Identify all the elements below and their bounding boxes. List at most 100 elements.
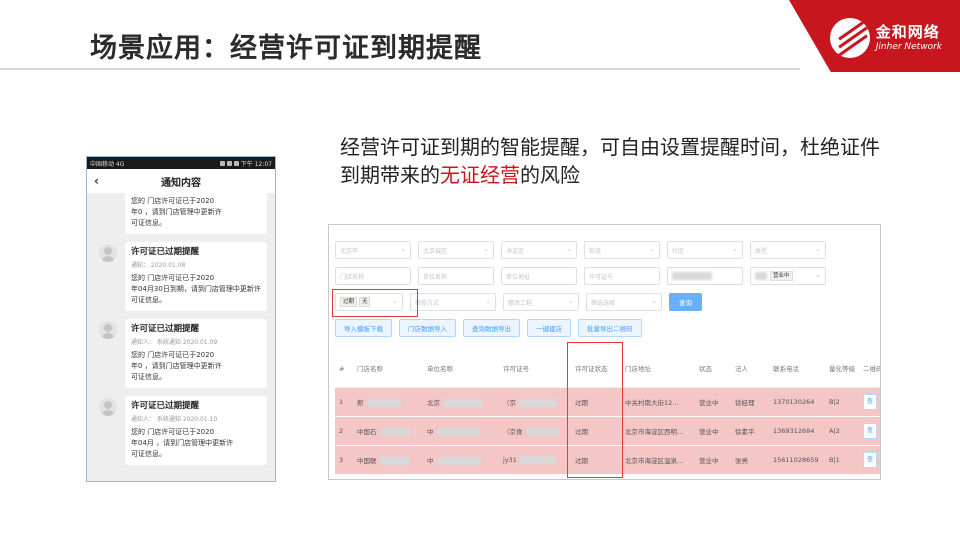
chevron-down-icon: ⌄ bbox=[566, 245, 572, 253]
province-select[interactable]: 北京市 ⌄ bbox=[335, 241, 411, 259]
cell-qr: 查 bbox=[859, 387, 880, 417]
view-qr-button[interactable]: 查 bbox=[863, 393, 877, 410]
brand-name-cn: 金和网络 bbox=[875, 22, 940, 41]
avatar-icon bbox=[99, 244, 117, 262]
column-header: 量化等级 bbox=[825, 351, 859, 388]
brand-logo: 金和网络 Jinher Network bbox=[829, 18, 942, 58]
message-title: 许可证已过期提醒 bbox=[131, 401, 200, 411]
column-header: 联系电话 bbox=[769, 351, 825, 388]
message-list: 您的 门店许可证已于2020 年0 ，请到门店管理中更新许 可证信息。 许可证已… bbox=[87, 191, 275, 465]
community-select[interactable]: 社区 ⌄ bbox=[667, 241, 743, 259]
message-line: 年0 ，请到门店管理中更新许 bbox=[131, 208, 222, 216]
search-button[interactable]: 查询 bbox=[669, 293, 702, 311]
cell-license-status: 过期 bbox=[571, 387, 621, 417]
phone-screenshot: 中国移动 4G 下午 12:07 ‹ 通知内容 您的 门店许可证已于2020 年… bbox=[86, 156, 276, 482]
cell-grade: B|1 bbox=[825, 445, 859, 475]
message-card[interactable]: 许可证已过期提醒 通知人： 系统通知 2020.01.09 您的 门店许可证已于… bbox=[99, 319, 267, 388]
caption-text: 经营许可证到期的智能提醒，可自由设置提醒时间，杜绝证件到期带来的 bbox=[340, 135, 880, 187]
message-meta: 通知人： 系统通知 2020.01.09 bbox=[131, 339, 218, 346]
cell-store-name: 中国联 bbox=[353, 445, 423, 475]
status-carrier: 中国移动 4G bbox=[90, 160, 125, 168]
column-header: 二维码 bbox=[859, 351, 880, 388]
cell-index: 3 bbox=[335, 445, 353, 475]
battery-icon bbox=[233, 160, 239, 166]
cell-unit-name: 北京 bbox=[423, 387, 499, 417]
type-select[interactable]: 类型 ⌄ bbox=[750, 241, 826, 259]
message-line: 可证信息。 bbox=[131, 373, 166, 381]
message-title: 许可证已过期提醒 bbox=[131, 247, 200, 257]
view-qr-button[interactable]: 查 bbox=[863, 451, 877, 468]
business-status-select[interactable]: 营业中 ⌄ bbox=[750, 267, 826, 285]
cell-store-name: 薪 bbox=[353, 387, 423, 417]
message-line: 您的 门店许可证已于2020 bbox=[131, 351, 215, 359]
blurred-input[interactable] bbox=[667, 267, 743, 285]
message-line: 年0 ，请到门店管理中更新许 bbox=[131, 362, 222, 370]
message-line: 可证信息。 bbox=[131, 296, 166, 304]
rectify-project-select[interactable]: 整改工程 ⌄ bbox=[503, 293, 579, 311]
message-line: 可证信息。 bbox=[131, 219, 166, 227]
title-divider bbox=[0, 68, 800, 70]
filter-row-region: 北京市 ⌄ 北京城区 ⌄ 海淀区 ⌄ 街道 ⌄ 社区 ⌄ 类型 ⌄ bbox=[335, 241, 826, 259]
cell-qr: 查 bbox=[859, 416, 880, 446]
cell-store-name: 中国石 bbox=[353, 416, 423, 446]
template-download-button[interactable]: 导入模板下载 bbox=[335, 319, 392, 337]
cell-license-no: jy31 bbox=[499, 445, 571, 475]
slide-caption: 经营许可证到期的智能提醒，可自由设置提醒时间，杜绝证件到期带来的无证经营的风险 bbox=[340, 133, 880, 189]
store-import-button[interactable]: 门店数据导入 bbox=[399, 319, 456, 337]
chevron-down-icon: ⌄ bbox=[485, 297, 491, 305]
cell-qr: 查 bbox=[859, 445, 880, 475]
slide-title: 场景应用：经营许可证到期提醒 bbox=[90, 33, 482, 64]
street-select[interactable]: 街道 ⌄ bbox=[584, 241, 660, 259]
chevron-down-icon: ⌄ bbox=[649, 245, 655, 253]
cell-legal-person: 徐素平 bbox=[731, 416, 769, 446]
area-select[interactable]: 海淀区 ⌄ bbox=[501, 241, 577, 259]
unit-name-input[interactable]: 单位名称 bbox=[418, 267, 494, 285]
filter-choice-select[interactable]: 筛选选择 ⌄ bbox=[586, 293, 662, 311]
column-header: 门店地址 bbox=[621, 351, 695, 388]
export-query-button[interactable]: 查询数据导出 bbox=[463, 319, 520, 337]
table-row[interactable]: 3 中国联 中 jy31 过期 北京市海淀区温泉... 营业中 张亮 15611… bbox=[335, 445, 880, 475]
status-time: 下午 12:07 bbox=[240, 160, 272, 168]
caption-highlight: 无证经营 bbox=[440, 163, 520, 187]
column-header: 门店名称 bbox=[353, 351, 423, 388]
view-qr-button[interactable]: 查 bbox=[863, 422, 877, 439]
table-header-row: # 门店名称 单位名称 许可证号 许可证状态 门店地址 状态 法人 联系电话 量… bbox=[335, 351, 880, 388]
cell-legal-person: 张亮 bbox=[731, 445, 769, 475]
chevron-down-icon: ⌄ bbox=[400, 245, 406, 253]
back-icon[interactable]: ‹ bbox=[94, 174, 99, 188]
district-select[interactable]: 北京城区 ⌄ bbox=[418, 241, 494, 259]
caption-text-end: 的风险 bbox=[520, 163, 580, 187]
brand-logo-icon bbox=[829, 18, 870, 58]
batch-export-qr-button[interactable]: 批量导出二维码 bbox=[578, 319, 642, 337]
cell-phone: 15611028659 bbox=[769, 445, 825, 475]
chevron-down-icon: ⌄ bbox=[815, 245, 821, 253]
cell-address: 北京市海淀区西明... bbox=[621, 416, 695, 446]
license-number-input[interactable]: 许可证号 bbox=[584, 267, 660, 285]
message-card[interactable]: 许可证已过期提醒 通知： 2020.01.08 您的 门店许可证已于2020 年… bbox=[99, 242, 267, 311]
avatar-icon bbox=[99, 398, 117, 416]
unit-address-input[interactable]: 单位地址 bbox=[501, 267, 577, 285]
wifi-icon bbox=[219, 160, 225, 166]
table-row[interactable]: 2 中国石 中 （京食 过期 北京市海淀区西明... 营业中 徐素平 13693… bbox=[335, 416, 880, 446]
signal-icon bbox=[226, 160, 232, 166]
column-header: 许可证号 bbox=[499, 351, 571, 388]
admin-app-screenshot: 北京市 ⌄ 北京城区 ⌄ 海淀区 ⌄ 街道 ⌄ 社区 ⌄ 类型 ⌄ 门店名称 单位名称 单位… bbox=[328, 224, 881, 480]
table-row[interactable]: 1 薪 北京 （京 过期 中关村南大街12... 营业中 徐经理 1370130… bbox=[335, 387, 880, 417]
cell-phone: 1370130264 bbox=[769, 387, 825, 417]
create-store-button[interactable]: 一键建店 bbox=[527, 319, 571, 337]
avatar-icon bbox=[99, 321, 117, 339]
check-method-select[interactable]: 筛查方式 ⌄ bbox=[410, 293, 496, 311]
brand-name-en: Jinher Network bbox=[875, 41, 942, 52]
phone-nav-bar: ‹ 通知内容 bbox=[87, 169, 275, 193]
cell-unit-name: 中 bbox=[423, 416, 499, 446]
column-header: # bbox=[335, 351, 353, 388]
store-name-input[interactable]: 门店名称 bbox=[335, 267, 411, 285]
message-line: 可证信息。 bbox=[131, 450, 166, 458]
cell-legal-person: 徐经理 bbox=[731, 387, 769, 417]
license-status-select[interactable]: 过期 无 ⌄ bbox=[335, 293, 403, 311]
message-card[interactable]: 您的 门店许可证已于2020 年0 ，请到门店管理中更新许 可证信息。 bbox=[125, 191, 267, 234]
message-title: 许可证已过期提醒 bbox=[131, 324, 200, 334]
message-card[interactable]: 许可证已过期提醒 通知人： 系统通知 2020.01.10 您的 门店许可证已于… bbox=[99, 396, 267, 465]
chevron-down-icon: ⌄ bbox=[815, 271, 821, 279]
message-line: 您的 门店许可证已于2020 bbox=[131, 274, 215, 282]
